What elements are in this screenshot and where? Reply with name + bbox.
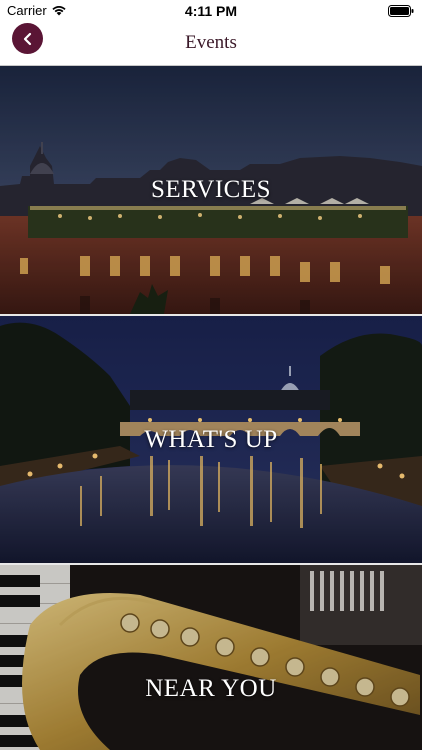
- services-tile[interactable]: SERVICES: [0, 66, 422, 314]
- near-you-tile[interactable]: NEAR YOU: [0, 565, 422, 750]
- page-title: Events: [185, 32, 237, 53]
- clock-time: 4:11 PM: [184, 3, 238, 19]
- whats-up-label: WHAT'S UP: [144, 426, 278, 453]
- events-screen: Carrier 4:11 PM Events SERVICES WHAT'S U…: [0, 0, 422, 750]
- saxophone-image: [0, 565, 422, 750]
- battery-icon: [388, 5, 414, 17]
- near-you-label: NEAR YOU: [145, 675, 277, 702]
- whats-up-tile[interactable]: WHAT'S UP: [0, 316, 422, 563]
- status-bar: Carrier 4:11 PM: [0, 0, 422, 22]
- navigation-bar: Events: [0, 22, 422, 66]
- services-label: SERVICES: [150, 176, 272, 203]
